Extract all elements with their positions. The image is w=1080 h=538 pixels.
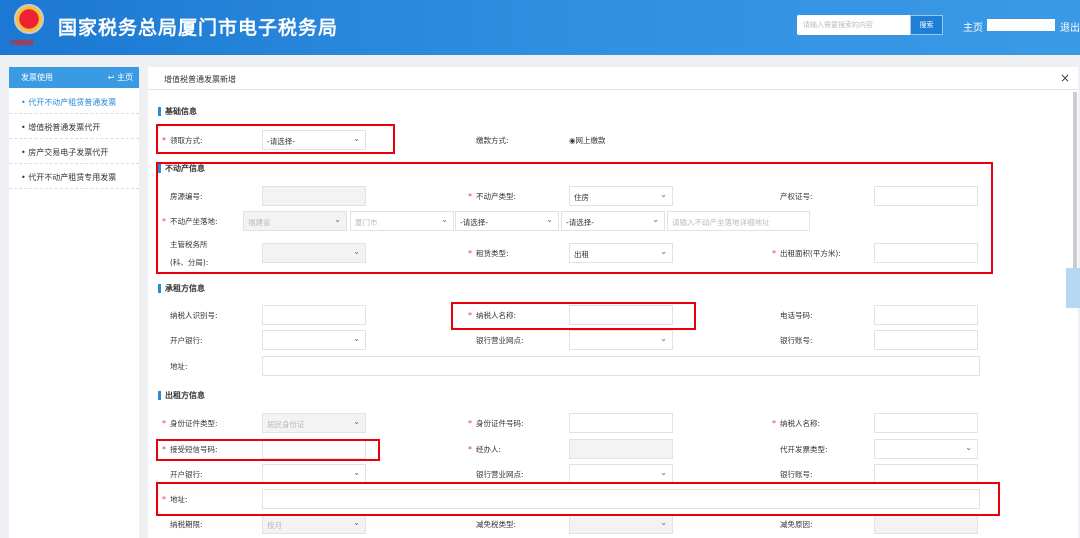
field-label: 开户银行: (170, 336, 203, 345)
highlight-box (156, 439, 380, 461)
relief-type-select[interactable]: ⌄ (569, 514, 673, 534)
field-label: 身份证件号码: (476, 419, 524, 428)
relief-reason-input[interactable] (874, 514, 978, 534)
field-label: 减免原因: (780, 520, 813, 529)
field-value: 按月 (267, 521, 282, 530)
field-label: 纳税人名称: (780, 419, 821, 428)
logout-link[interactable]: 退出 (1060, 19, 1080, 34)
field-label: 银行账号: (780, 470, 813, 479)
scrollbar[interactable] (1073, 92, 1077, 287)
sidebar-item-rental-normal[interactable]: • 代开不动产租赁普通发票 (9, 89, 139, 114)
radio-online-payment[interactable]: ◉网上缴款 (569, 135, 606, 146)
id-type-select[interactable]: 居民身份证 ⌄ (262, 413, 366, 433)
field-label: 纳税期限: (170, 520, 203, 529)
sidebar-item-label: 代开不动产租赁专用发票 (28, 173, 117, 182)
lessee-tin-input[interactable] (262, 305, 366, 325)
invoice-type-select[interactable]: ⌄ (874, 439, 978, 459)
field-value: 居民身份证 (267, 420, 305, 429)
chevron-down-icon: ⌄ (353, 334, 360, 343)
required-mark: * (468, 445, 472, 454)
agent-input[interactable] (569, 439, 673, 459)
chevron-down-icon: ⌄ (965, 443, 972, 452)
sidebar-item-label: 房产交易电子发票代开 (28, 148, 109, 157)
required-mark: * (468, 419, 472, 428)
chevron-down-icon: ⌄ (353, 468, 360, 477)
field-label: 地址: (170, 362, 188, 371)
lessor-branch-select[interactable]: ⌄ (569, 464, 673, 484)
field-label: 开户银行: (170, 470, 203, 479)
field-label: 银行营业网点: (476, 336, 524, 345)
radio-label: 网上缴款 (575, 136, 606, 145)
site-title: 国家税务总局厦门市电子税务局 (58, 17, 339, 39)
required-mark: * (162, 419, 166, 428)
sidebar-item-label: 增值税普通发票代开 (28, 123, 101, 132)
highlight-box (451, 302, 696, 330)
field-label: 银行账号: (780, 336, 813, 345)
highlight-box (156, 124, 395, 154)
section-title-basic: 基础信息 (158, 107, 197, 116)
field-label: 电话号码: (780, 311, 813, 320)
field-label: 经办人: (476, 445, 502, 454)
field-label: 纳税人识别号: (170, 311, 218, 320)
lessee-phone-input[interactable] (874, 305, 978, 325)
lessor-account-input[interactable] (874, 464, 978, 484)
logo-text: 中国税务 (10, 40, 35, 47)
sidebar: 发票使用 ↩ 主页 • 代开不动产租赁普通发票 • 增值税普通发票代开 • 房产… (9, 67, 139, 538)
back-arrow-icon: ↩ (107, 73, 117, 82)
sidebar-title: 发票使用 (21, 73, 53, 82)
sidebar-home-label: 主页 (117, 73, 133, 82)
home-link[interactable]: 主页 (963, 19, 983, 34)
chevron-down-icon: ⌄ (660, 334, 667, 343)
lessor-name-input[interactable] (874, 413, 978, 433)
section-title-lessee: 承租方信息 (158, 284, 205, 293)
required-mark: * (772, 419, 776, 428)
field-label: 代开发票类型: (780, 445, 828, 454)
sidebar-item-label: 代开不动产租赁普通发票 (28, 98, 117, 107)
sidebar-home-link[interactable]: ↩ 主页 (108, 72, 133, 83)
lessee-bank-select[interactable]: ⌄ (262, 330, 366, 350)
user-name (987, 19, 1055, 31)
header-bar: 中国税务 国家税务总局厦门市电子税务局 请输入需要搜索的内容 搜索 主页 退出 (0, 0, 1080, 55)
field-label: 减免税类型: (476, 520, 517, 529)
chevron-down-icon: ⌄ (660, 518, 667, 527)
sidebar-header: 发票使用 ↩ 主页 (9, 67, 139, 88)
field-label: 银行营业网点: (476, 470, 524, 479)
search-button[interactable]: 搜索 (910, 15, 943, 35)
tax-emblem-logo (14, 4, 44, 34)
sidebar-item-vat-normal[interactable]: • 增值税普通发票代开 (9, 114, 139, 139)
chevron-down-icon: ⌄ (353, 417, 360, 426)
lessor-bank-select[interactable]: ⌄ (262, 464, 366, 484)
divider (148, 89, 1078, 90)
panel-title: 增值税普通发票新增 (164, 75, 236, 84)
sidebar-item-property-e-invoice[interactable]: • 房产交易电子发票代开 (9, 139, 139, 164)
favorite-star-icon[interactable] (1066, 268, 1080, 308)
highlight-box (156, 162, 993, 274)
id-number-input[interactable] (569, 413, 673, 433)
lessee-account-input[interactable] (874, 330, 978, 350)
field-label: 身份证件类型: (170, 419, 218, 428)
field-label: 缴款方式: (476, 136, 509, 145)
chevron-down-icon: ⌄ (353, 518, 360, 527)
search-input[interactable]: 请输入需要搜索的内容 (797, 15, 910, 35)
lessee-address-input[interactable] (262, 356, 980, 376)
section-title-lessor: 出租方信息 (158, 391, 205, 400)
lessee-branch-select[interactable]: ⌄ (569, 330, 673, 350)
chevron-down-icon: ⌄ (660, 468, 667, 477)
highlight-box (156, 482, 1000, 516)
close-icon[interactable]: × (1060, 71, 1070, 85)
sidebar-item-rental-special[interactable]: • 代开不动产租赁专用发票 (9, 164, 139, 189)
tax-period-select[interactable]: 按月 ⌄ (262, 514, 366, 534)
